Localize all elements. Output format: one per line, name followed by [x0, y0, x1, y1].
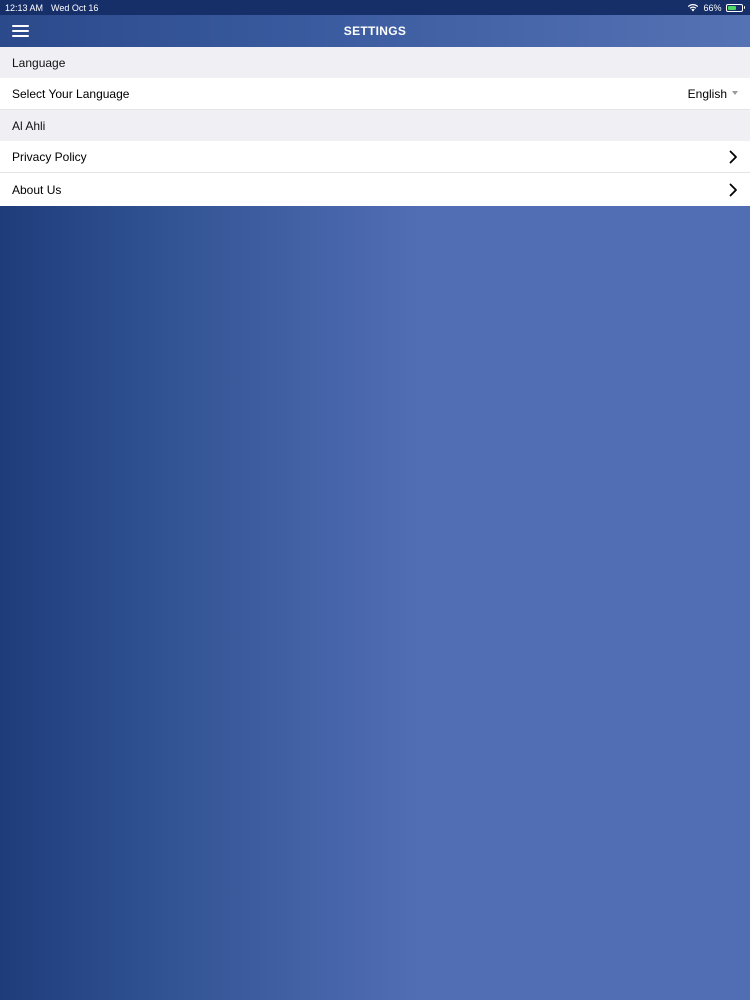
status-date: Wed Oct 16 [51, 2, 99, 13]
privacy-policy-label: Privacy Policy [12, 149, 87, 164]
status-bar: 12:13 AM Wed Oct 16 66% [0, 0, 750, 15]
page-title: SETTINGS [343, 24, 407, 38]
chevron-right-icon [729, 183, 737, 196]
battery-fill [727, 5, 737, 10]
nav-bar: SETTINGS [0, 15, 750, 47]
status-right: 66% [687, 3, 745, 13]
about-us-row[interactable]: About Us [0, 173, 750, 206]
battery-charging-icon [725, 3, 745, 12]
status-time: 12:13 AM [5, 2, 44, 13]
settings-list: Language Select Your Language English Al… [0, 47, 750, 206]
hamburger-menu-icon[interactable] [12, 25, 29, 37]
chevron-right-icon [729, 150, 737, 163]
battery-percent: 66% [703, 2, 722, 13]
wifi-icon [688, 3, 699, 12]
caret-down-icon [732, 90, 738, 95]
battery-cap [743, 6, 745, 9]
select-language-row[interactable]: Select Your Language English [0, 78, 750, 110]
privacy-policy-row[interactable]: Privacy Policy [0, 141, 750, 173]
select-language-label: Select Your Language [12, 86, 130, 101]
menu-line [12, 30, 29, 32]
menu-line [12, 25, 29, 27]
status-left: 12:13 AM Wed Oct 16 [5, 3, 98, 13]
section-header-al-ahli: Al Ahli [0, 110, 750, 141]
language-dropdown[interactable]: English [688, 87, 738, 101]
section-header-language: Language [0, 47, 750, 78]
menu-line [12, 35, 29, 37]
battery-body [725, 3, 743, 12]
about-us-label: About Us [12, 182, 62, 197]
selected-language: English [687, 86, 727, 101]
